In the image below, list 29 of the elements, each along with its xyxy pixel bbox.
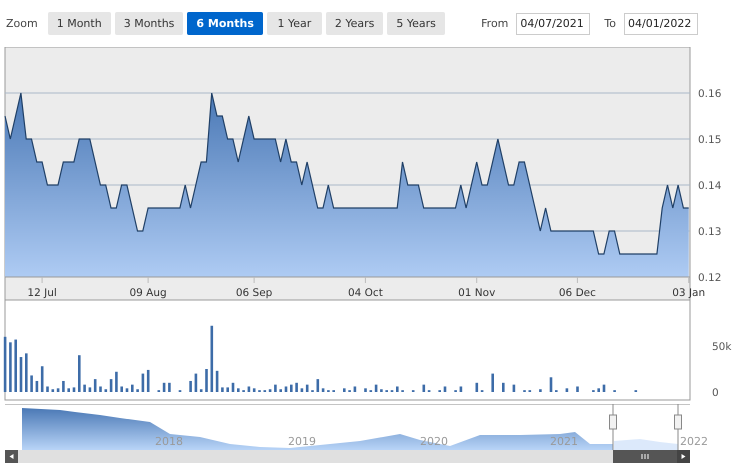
y-tick-label: 0.14	[698, 180, 722, 192]
x-tick-label: 03 Jan	[672, 287, 706, 299]
x-tick-label: 01 Nov	[458, 287, 496, 299]
x-tick-label: 06 Dec	[558, 287, 596, 299]
year-label: 2022	[680, 435, 708, 448]
zoom-button[interactable]: 3 Months	[114, 12, 184, 35]
y-tick-label: 50k	[712, 341, 732, 353]
y-tick-label: 0	[712, 387, 719, 399]
from-label: From	[481, 17, 508, 30]
year-label: 2021	[550, 435, 578, 448]
from-date-field[interactable]: 04/07/2021	[516, 12, 590, 34]
x-tick-label: 04 Oct	[348, 287, 383, 299]
y-tick-label: 0.16	[698, 88, 722, 100]
y-tick-label: 0.15	[698, 134, 722, 146]
year-label: 2019	[288, 435, 316, 448]
y-tick-label: 0.12	[698, 272, 722, 284]
to-date-field[interactable]: 04/01/2022	[624, 12, 698, 34]
zoom-button[interactable]: 1 Month	[48, 12, 111, 35]
zoom-button[interactable]: 2 Years	[326, 12, 384, 35]
to-label: To	[604, 17, 616, 30]
x-tick-label: 09 Aug	[130, 287, 167, 299]
x-tick-label: 06 Sep	[236, 287, 272, 299]
zoom-label: Zoom	[6, 17, 38, 30]
y-tick-label: 0.13	[698, 226, 722, 238]
year-label: 2018	[155, 435, 183, 448]
zoom-button[interactable]: 1 Year	[266, 12, 322, 35]
zoom-button[interactable]: 5 Years	[387, 12, 445, 35]
zoom-button[interactable]: 6 Months	[187, 12, 263, 35]
x-tick-label: 12 Jul	[27, 287, 57, 299]
